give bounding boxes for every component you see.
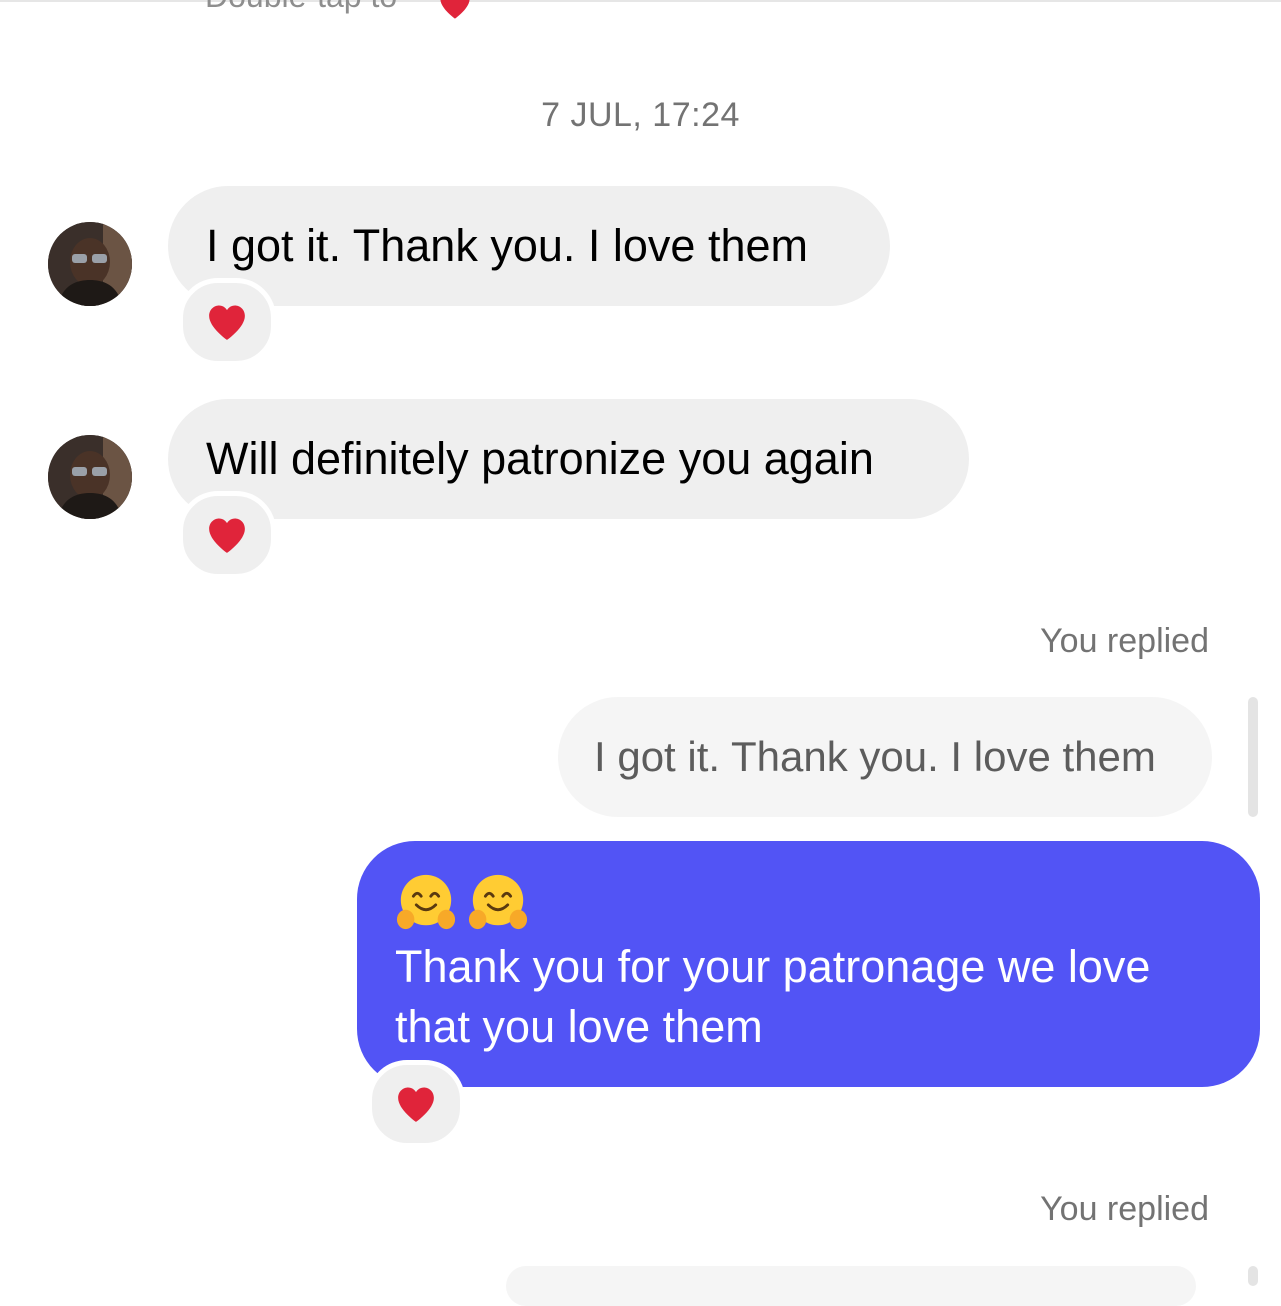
- reply-quote-bar: [1248, 1266, 1258, 1286]
- double-tap-hint: Double-tap to: [205, 0, 397, 15]
- heart-icon: [209, 305, 245, 340]
- heart-icon: [209, 518, 245, 553]
- hugging-face-icon: [396, 874, 456, 930]
- emoji-row: [395, 871, 1220, 935]
- heart-reaction[interactable]: [178, 278, 276, 366]
- incoming-message-bubble[interactable]: I got it. Thank you. I love them: [168, 186, 890, 306]
- incoming-message-text: Will definitely patronize you again: [206, 433, 874, 484]
- heart-icon: [440, 0, 470, 19]
- message-timestamp: 7 JUL, 17:24: [541, 96, 740, 134]
- heart-reaction[interactable]: [367, 1060, 465, 1148]
- reply-quote-bar: [1248, 697, 1258, 817]
- top-divider: [0, 0, 1281, 2]
- quoted-message-text: I got it. Thank you. I love them: [594, 733, 1156, 780]
- you-replied-label: You replied: [1040, 1190, 1209, 1228]
- quoted-message[interactable]: I got it. Thank you. I love them: [558, 697, 1212, 817]
- outgoing-message-bubble[interactable]: Thank you for your patronage we love tha…: [357, 841, 1260, 1087]
- sender-avatar[interactable]: [48, 222, 132, 306]
- sender-avatar[interactable]: [48, 435, 132, 519]
- hugging-face-icon: [468, 874, 528, 930]
- heart-reaction[interactable]: [178, 491, 276, 579]
- incoming-message-text: I got it. Thank you. I love them: [206, 220, 808, 271]
- heart-icon: [398, 1087, 434, 1122]
- outgoing-message-text: Thank you for your patronage we love tha…: [395, 941, 1151, 1052]
- incoming-message-bubble[interactable]: Will definitely patronize you again: [168, 399, 969, 519]
- you-replied-label: You replied: [1040, 622, 1209, 660]
- quoted-message[interactable]: [506, 1266, 1196, 1306]
